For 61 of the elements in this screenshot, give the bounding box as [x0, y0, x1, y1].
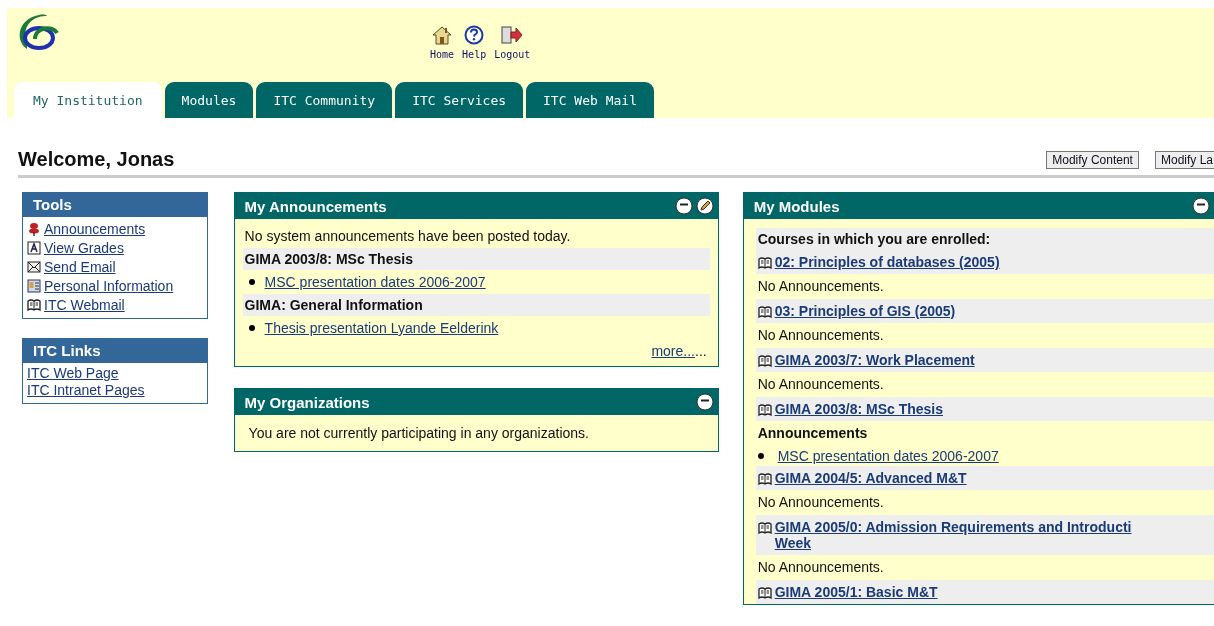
no-announcements-text: No Announcements.: [756, 326, 885, 345]
no-announcements-text: No Announcements.: [756, 558, 885, 577]
book-icon: [757, 472, 772, 486]
welcome-heading: Welcome, Jonas: [18, 148, 176, 171]
tool-link[interactable]: Send Email: [44, 259, 116, 275]
modify-button[interactable]: Modify La: [1154, 151, 1214, 169]
no-announcements-text: No Announcements.: [756, 493, 885, 512]
book-icon: [27, 298, 41, 312]
pushpin-icon: [27, 222, 41, 236]
organizations-text: You are not currently participating in any organizations.: [248, 425, 590, 441]
more-trail: ...: [695, 343, 707, 359]
pencil-icon[interactable]: [695, 197, 714, 215]
box-title: ITC Links: [23, 339, 207, 363]
more-link[interactable]: more...: [651, 343, 695, 359]
announcements-heading: Announcements: [756, 424, 869, 443]
panel-title: My Modules: [753, 197, 841, 215]
id-card-icon: [27, 279, 41, 293]
grade-sheet-icon: [27, 241, 41, 255]
tab[interactable]: ITC Services: [395, 82, 524, 118]
door-arrow-icon: [500, 25, 525, 45]
help-link[interactable]: Help: [462, 25, 487, 82]
tab[interactable]: Modules: [164, 82, 254, 118]
itc-link[interactable]: ITC Web Page: [27, 365, 119, 381]
logout-link[interactable]: Logout: [494, 25, 531, 82]
bullet-icon: [248, 325, 255, 331]
tab[interactable]: My Institution: [14, 82, 162, 118]
tool-link[interactable]: View Grades: [44, 240, 124, 256]
no-announcements-text: No Announcements.: [756, 375, 885, 394]
book-icon: [757, 354, 772, 368]
book-icon: [757, 305, 772, 319]
help-icon: [464, 25, 485, 45]
box-title: Tools: [23, 193, 207, 217]
home-link[interactable]: Home: [430, 25, 455, 82]
house-icon: [431, 25, 454, 45]
itc-link[interactable]: ITC Intranet Pages: [27, 382, 145, 398]
panel-title: My Announcements: [244, 197, 388, 215]
announcement-link[interactable]: MSC presentation dates 2006-2007: [777, 448, 999, 464]
modify-button[interactable]: Modify Content: [1046, 151, 1139, 169]
group-heading: GIMA 2003/8: MSc Thesis: [242, 248, 710, 270]
announcement-link[interactable]: MSC presentation dates 2006-2007: [264, 274, 486, 290]
collapse-icon[interactable]: [1192, 197, 1210, 215]
collapse-icon[interactable]: [674, 197, 693, 215]
book-icon: [757, 256, 772, 270]
no-announcements-text: No Announcements.: [756, 277, 885, 296]
tab[interactable]: ITC Web Mail: [526, 82, 654, 118]
tab[interactable]: ITC Community: [256, 82, 393, 118]
book-icon: [757, 521, 772, 535]
announcement-link[interactable]: Thesis presentation Lyande Eelderink: [264, 320, 499, 336]
bullet-icon: [248, 279, 255, 285]
envelope-icon: [27, 260, 41, 274]
courses-heading: Courses in which you are enrolled:: [755, 228, 1214, 250]
tool-link[interactable]: ITC Webmail: [44, 297, 125, 313]
panel-title: My Organizations: [244, 393, 371, 411]
collapse-icon[interactable]: [695, 393, 714, 411]
tool-link[interactable]: Announcements: [44, 221, 146, 237]
book-icon: [757, 403, 772, 417]
group-heading: GIMA: General Information: [242, 294, 710, 316]
intro-text: No system announcements have been posted today.: [243, 227, 572, 246]
bullet-icon: [757, 453, 764, 459]
tool-link[interactable]: Personal Information: [44, 278, 174, 294]
book-icon: [757, 586, 772, 600]
